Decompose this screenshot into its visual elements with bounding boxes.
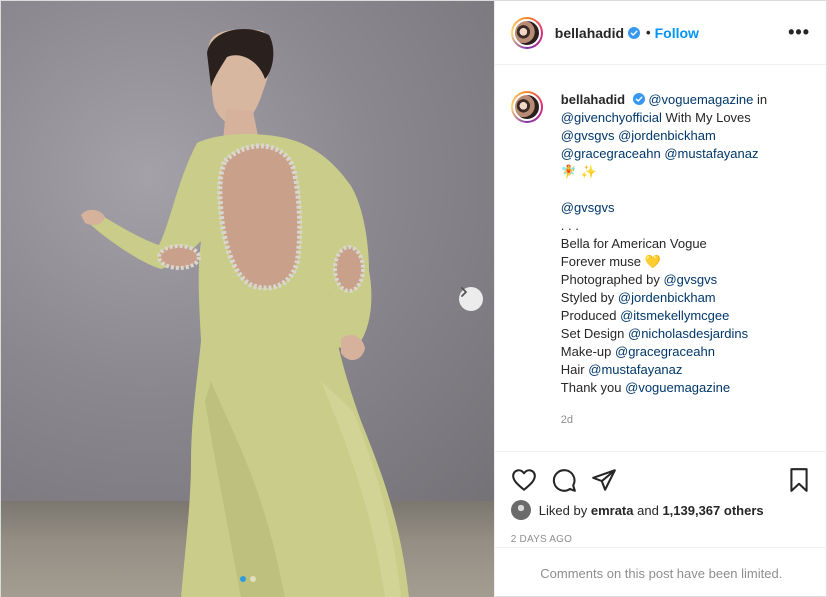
mention-link[interactable]: @gracegraceahn (615, 344, 715, 359)
mention-link[interactable]: @itsmekellymcgee (620, 308, 729, 323)
caption-lines: @givenchyofficial With My Loves @gvsgvs @… (561, 109, 767, 397)
caption-line: Hair @mustafayanaz (561, 361, 767, 379)
caption-line: Set Design @nicholasdesjardins (561, 325, 767, 343)
post-actions: Liked by emrata and 1,139,367 others 2 D… (494, 451, 827, 545)
caption-line: Bella for American Vogue (561, 235, 767, 253)
post-media[interactable] (1, 1, 494, 597)
mention-link[interactable]: @nicholasdesjardins (628, 326, 748, 341)
caption-line: Thank you @voguemagazine (561, 379, 767, 397)
heart-icon[interactable] (511, 467, 537, 493)
comments-limited-notice: Comments on this post have been limited. (494, 547, 827, 597)
avatar-photo (512, 18, 541, 47)
mention-link[interactable]: @jordenbickham (618, 290, 716, 305)
caption-text-fragment: Produced (560, 308, 621, 323)
caption-username[interactable]: bellahadid (561, 92, 625, 107)
caption-text-fragment: Bella for American Vogue (560, 236, 707, 251)
caption-text-fragment: Photographed by (560, 272, 664, 287)
verified-badge-icon (632, 93, 645, 105)
header-username[interactable]: bellahadid (555, 25, 624, 41)
mention-link[interactable]: @jordenbickham (618, 128, 716, 143)
caption-line: Make-up @gracegraceahn (561, 343, 767, 361)
mention-link[interactable]: @mustafayanaz (588, 362, 682, 377)
instagram-post: bellahadid • Follow ••• bellahadid @vogu… (0, 0, 827, 597)
caption-line: @givenchyofficial With My Loves (561, 109, 767, 127)
liked-by-and: and (637, 502, 659, 518)
caption-time-ago: 2d (560, 414, 574, 426)
liker-avatar[interactable] (510, 500, 531, 520)
mention-link[interactable]: @voguemagazine (625, 380, 730, 395)
caption-text-fragment: Make-up (560, 344, 615, 359)
follow-button[interactable]: Follow (655, 25, 699, 41)
verified-badge-icon (628, 26, 641, 39)
carousel-dot (250, 576, 256, 582)
caption-text-fragment: . . . (560, 218, 579, 233)
caption-line (561, 181, 767, 199)
caption-line: . . . (561, 217, 767, 235)
caption-text-fragment: Thank you (560, 380, 626, 395)
caption-line: Produced @itsmekellymcgee (561, 307, 767, 325)
comment-icon[interactable] (551, 467, 577, 493)
model-photo (81, 29, 409, 597)
mention-link[interactable]: @mustafayanaz (664, 146, 758, 161)
likes-summary: Liked by emrata and 1,139,367 others (510, 500, 812, 520)
caption-line: @gracegraceahn @mustafayanaz (561, 145, 767, 163)
mention-link[interactable]: @gvsgvs (561, 128, 615, 143)
mention-link[interactable]: @gracegraceahn (561, 146, 661, 161)
likes-count[interactable]: 1,139,367 others (662, 503, 763, 518)
more-options-icon[interactable]: ••• (788, 23, 810, 41)
caption-text-fragment: Styled by (560, 290, 618, 305)
header-separator: • (646, 25, 651, 40)
caption-line: @gvsgvs @jordenbickham (561, 127, 767, 145)
caption-line: Forever muse 💛 (561, 253, 767, 271)
avatar-photo (512, 93, 541, 121)
carousel-dot-active (240, 576, 246, 582)
caption-line: Photographed by @gvsgvs (561, 271, 767, 289)
caption-area: bellahadid @voguemagazine in @givenchyof… (495, 65, 827, 451)
caption-text-fragment: in (753, 92, 768, 107)
mention-link[interactable]: @gvsgvs (561, 200, 615, 215)
caption-text-fragment: With My Loves (661, 110, 751, 125)
bookmark-icon[interactable] (786, 467, 812, 493)
caption-text-fragment: Hair (560, 362, 589, 377)
action-bar (511, 460, 812, 500)
liked-by-user[interactable]: emrata (591, 503, 634, 518)
caption-text: bellahadid @voguemagazine in @givenchyof… (561, 91, 767, 451)
caption-line: @voguemagazine in (648, 92, 767, 107)
caption-first-line: bellahadid @voguemagazine in (561, 91, 767, 109)
caption-line: 🧚 ✨ (561, 163, 767, 181)
avatar[interactable] (510, 16, 543, 49)
chevron-right-icon (461, 287, 467, 297)
mention-link[interactable]: @givenchyofficial (561, 110, 662, 125)
carousel-indicator (240, 576, 256, 582)
share-icon[interactable] (591, 467, 617, 493)
caption-line: @gvsgvs (561, 199, 767, 217)
mention-link[interactable]: @voguemagazine (648, 92, 753, 107)
post-date[interactable]: 2 DAYS AGO (511, 534, 812, 545)
mention-link[interactable]: @gvsgvs (663, 272, 717, 287)
caption-avatar[interactable] (510, 91, 543, 123)
post-side-panel: bellahadid • Follow ••• bellahadid @vogu… (493, 1, 827, 597)
caption-text-fragment: Set Design (560, 326, 628, 341)
caption-text-fragment: Forever muse 💛 (560, 254, 661, 269)
liked-by-prefix: Liked by (538, 502, 588, 518)
caption-line: Styled by @jordenbickham (561, 289, 767, 307)
post-header: bellahadid • Follow ••• (494, 1, 826, 65)
carousel-next-button[interactable] (459, 287, 483, 311)
caption-text-fragment: 🧚 ✨ (560, 164, 597, 179)
